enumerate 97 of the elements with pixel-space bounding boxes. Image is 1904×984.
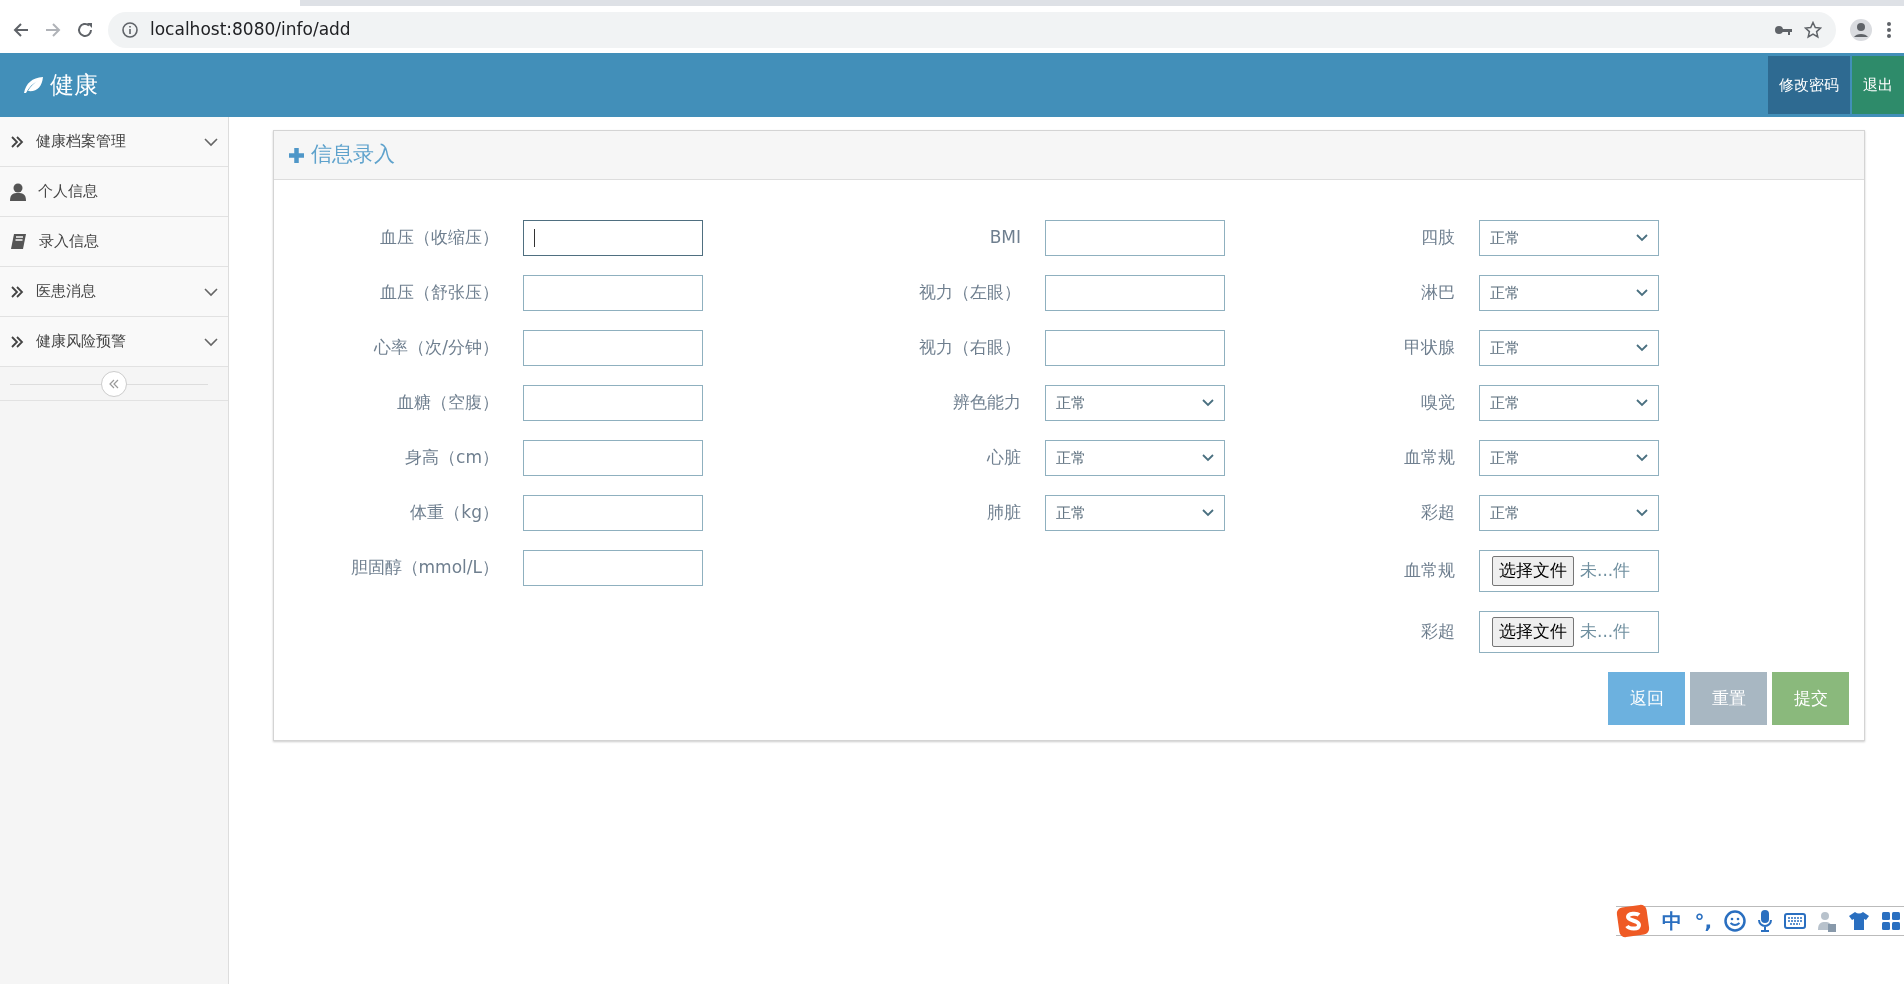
brand-title: 健康: [50, 70, 98, 101]
dropdown-value: 正常: [1056, 502, 1086, 524]
file-field[interactable]: 选择文件 未...件: [1479, 550, 1659, 592]
reload-icon[interactable]: [76, 20, 94, 39]
chevron-down-icon: [1636, 344, 1648, 352]
shirt-icon[interactable]: [1848, 911, 1870, 931]
chevron-down-icon: [1636, 234, 1648, 242]
field-label: 嗅觉: [1420, 391, 1456, 415]
chevron-down-icon: [1202, 509, 1214, 517]
file-field[interactable]: 选择文件 未...件: [1479, 611, 1659, 653]
field-label: 血压（舒张压）: [379, 281, 500, 305]
dropdown[interactable]: 正常: [1045, 385, 1225, 421]
chevron-down-icon: [1202, 399, 1214, 407]
input-field[interactable]: [523, 495, 703, 531]
dropdown-value: 正常: [1490, 282, 1520, 304]
field-label: 胆固醇（mmol/L）: [349, 556, 500, 580]
field-label: 心率（次/分钟）: [373, 336, 500, 360]
star-icon[interactable]: [1804, 20, 1822, 39]
field-label: 血糖（空腹）: [396, 391, 500, 415]
field-label: 血常规: [1403, 446, 1456, 470]
collapse-button[interactable]: [101, 370, 127, 397]
double-chevron-icon: [10, 284, 24, 299]
book-icon: [10, 233, 27, 250]
profile-icon[interactable]: [1850, 18, 1872, 41]
person-icon[interactable]: [1818, 910, 1836, 932]
input-field[interactable]: [523, 550, 703, 586]
input-field[interactable]: [523, 440, 703, 476]
field-label: 彩超: [1420, 620, 1456, 644]
microphone-icon[interactable]: [1758, 910, 1772, 932]
dropdown-value: 正常: [1056, 392, 1086, 414]
field-label: 体重（kg）: [409, 501, 500, 525]
input-field[interactable]: [1045, 330, 1225, 366]
dropdown[interactable]: 正常: [1045, 495, 1225, 531]
chevron-down-icon[interactable]: [204, 136, 218, 147]
punctuation-toggle[interactable]: °,: [1694, 906, 1712, 936]
choose-file-button[interactable]: 选择文件: [1492, 556, 1574, 586]
dropdown[interactable]: 正常: [1479, 495, 1659, 531]
chevron-down-icon[interactable]: [204, 336, 218, 347]
field-label: BMI: [988, 226, 1022, 250]
keyboard-icon[interactable]: [1784, 913, 1806, 929]
field-label: 血常规: [1403, 559, 1456, 583]
field-label: 甲状腺: [1403, 336, 1456, 360]
dropdown-value: 正常: [1490, 392, 1520, 414]
input-field[interactable]: [523, 220, 703, 256]
dropdown[interactable]: 正常: [1045, 440, 1225, 476]
key-icon[interactable]: [1774, 23, 1792, 36]
dropdown-value: 正常: [1490, 447, 1520, 469]
dropdown[interactable]: 正常: [1479, 275, 1659, 311]
input-field[interactable]: [523, 385, 703, 421]
field-label: 心脏: [986, 446, 1022, 470]
dropdown[interactable]: 正常: [1479, 330, 1659, 366]
ime-mode[interactable]: 中: [1662, 906, 1683, 936]
url-text: localhost:8080/info/add: [150, 17, 351, 41]
field-label: 视力（右眼）: [918, 336, 1022, 360]
info-icon: [122, 21, 138, 38]
dropdown[interactable]: 正常: [1479, 440, 1659, 476]
file-status: 未...件: [1580, 620, 1631, 644]
dropdown[interactable]: 正常: [1479, 385, 1659, 421]
back-icon[interactable]: [12, 20, 30, 39]
address-bar[interactable]: localhost:8080/info/add: [108, 11, 1836, 48]
double-left-icon: [108, 378, 120, 389]
field-label: 淋巴: [1420, 281, 1456, 305]
field-label: 视力（左眼）: [918, 281, 1022, 305]
field-label: 彩超: [1420, 501, 1456, 525]
grid-icon[interactable]: [1882, 912, 1900, 930]
input-field[interactable]: [1045, 220, 1225, 256]
person-icon: [10, 182, 26, 201]
double-chevron-icon: [10, 334, 24, 349]
header-button[interactable]: 退出: [1852, 56, 1904, 114]
smiley-icon[interactable]: [1724, 910, 1746, 932]
input-field[interactable]: [523, 275, 703, 311]
plus-icon: [288, 146, 305, 164]
dropdown-value: 正常: [1490, 337, 1520, 359]
dropdown-value: 正常: [1490, 227, 1520, 249]
input-field[interactable]: [523, 330, 703, 366]
chevron-down-icon: [1636, 289, 1648, 297]
double-chevron-icon: [10, 134, 24, 149]
chevron-down-icon: [1636, 399, 1648, 407]
field-label: 肺脏: [986, 501, 1022, 525]
choose-file-button[interactable]: 选择文件: [1492, 617, 1574, 647]
input-field[interactable]: [1045, 275, 1225, 311]
header-button[interactable]: 修改密码: [1768, 56, 1850, 114]
field-label: 辨色能力: [952, 391, 1022, 415]
field-label: 身高（cm）: [404, 446, 500, 470]
dropdown-value: 正常: [1490, 502, 1520, 524]
dropdown-value: 正常: [1056, 447, 1086, 469]
menu-icon[interactable]: [1886, 20, 1892, 39]
file-status: 未...件: [1580, 559, 1631, 583]
chevron-down-icon: [1636, 509, 1648, 517]
dropdown[interactable]: 正常: [1479, 220, 1659, 256]
panel-title: 信息录入: [311, 141, 395, 169]
chevron-down-icon[interactable]: [204, 286, 218, 297]
field-label: 血压（收缩压）: [379, 226, 500, 250]
chevron-down-icon: [1202, 454, 1214, 462]
chevron-down-icon: [1636, 454, 1648, 462]
leaf-icon: [22, 75, 44, 95]
field-label: 四肢: [1420, 226, 1456, 250]
